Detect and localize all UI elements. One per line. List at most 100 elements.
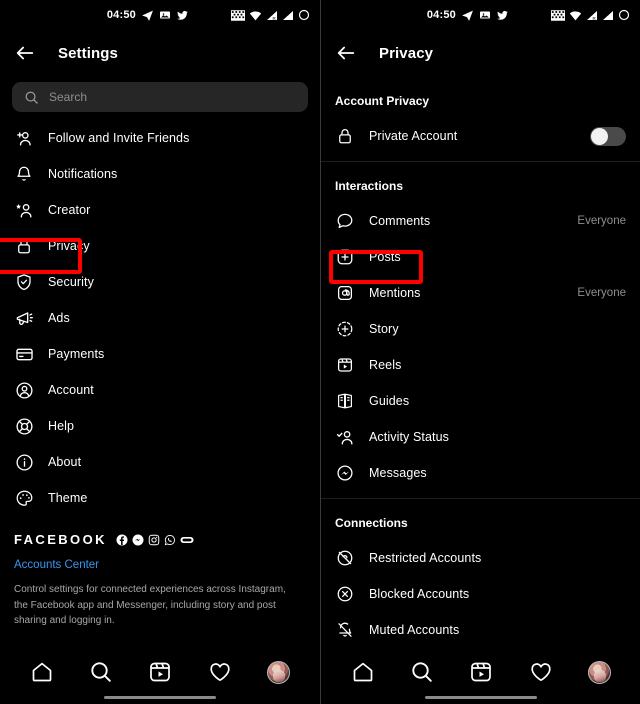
privacy-item-restricted-accounts[interactable]: Restricted Accounts (321, 540, 640, 576)
privacy-item-label: Blocked Accounts (369, 587, 470, 601)
settings-item-payments[interactable]: Payments (0, 336, 320, 372)
settings-item-ads[interactable]: Ads (0, 300, 320, 336)
back-arrow-icon[interactable] (14, 42, 36, 64)
settings-item-label: Creator (48, 203, 91, 217)
portal-icon (180, 536, 194, 543)
profile-avatar[interactable] (267, 660, 291, 684)
search-container: Search (0, 76, 320, 112)
status-bar: 04:50 R (321, 0, 640, 30)
privacy-item-private-account[interactable]: Private Account (321, 118, 640, 154)
megaphone-icon (14, 308, 34, 328)
settings-item-notifications[interactable]: Notifications (0, 156, 320, 192)
wifi-icon (569, 10, 582, 20)
reels-icon[interactable] (148, 660, 172, 684)
credit-card-icon (14, 344, 34, 364)
facebook-icon (116, 534, 128, 545)
settings-item-privacy[interactable]: Privacy (0, 228, 320, 264)
settings-item-label: Follow and Invite Friends (48, 131, 190, 145)
signal-icon (283, 10, 293, 20)
screenshot-icon (480, 11, 490, 19)
bell-icon (14, 164, 34, 184)
search-input[interactable]: Search (12, 82, 308, 112)
settings-item-creator[interactable]: Creator (0, 192, 320, 228)
settings-item-security[interactable]: Security (0, 264, 320, 300)
privacy-item-label: Guides (369, 394, 410, 408)
lifebuoy-icon (14, 416, 34, 436)
privacy-item-mentions[interactable]: Mentions Everyone (321, 275, 640, 311)
home-indicator (104, 695, 216, 699)
lock-icon (14, 236, 34, 256)
privacy-item-label: Messages (369, 466, 427, 480)
privacy-item-reels[interactable]: Reels (321, 347, 640, 383)
search-icon[interactable] (410, 660, 434, 684)
privacy-item-label: Private Account (369, 129, 458, 143)
battery-ring-icon (618, 9, 630, 21)
lock-icon (335, 126, 355, 146)
telegram-icon (142, 10, 153, 21)
section-header-connections: Connections (335, 516, 408, 530)
status-bar: 04:50 R (0, 0, 320, 30)
settings-item-about[interactable]: About (0, 444, 320, 480)
instagram-icon (148, 534, 160, 545)
person-star-icon (14, 200, 34, 220)
settings-item-theme[interactable]: Theme (0, 480, 320, 516)
info-circle-icon (14, 452, 34, 472)
search-icon[interactable] (89, 660, 113, 684)
privacy-item-messages[interactable]: Messages (321, 455, 640, 491)
shield-check-icon (14, 272, 34, 292)
privacy-item-guides[interactable]: Guides (321, 383, 640, 419)
privacy-screen: 04:50 R Privacy Account Privacy Private … (320, 0, 640, 704)
page-title: Settings (58, 44, 118, 62)
settings-item-label: Help (48, 419, 75, 433)
facebook-description: Control settings for connected experienc… (14, 584, 286, 626)
privacy-item-activity-status[interactable]: Activity Status (321, 419, 640, 455)
privacy-item-muted-accounts[interactable]: Muted Accounts (321, 612, 640, 648)
heart-icon[interactable] (529, 660, 553, 684)
signal-roaming-icon: R (267, 10, 277, 21)
person-add-icon (14, 128, 34, 148)
section-divider (321, 498, 640, 499)
twitter-icon (177, 10, 188, 20)
home-icon[interactable] (351, 660, 375, 684)
settings-screen: 04:50 R Settings Search Follow and Invit… (0, 0, 320, 704)
profile-avatar[interactable] (588, 660, 612, 684)
back-arrow-icon[interactable] (335, 42, 357, 64)
wifi-icon (249, 10, 262, 20)
wifi-calling-icon (551, 9, 565, 21)
settings-item-help[interactable]: Help (0, 408, 320, 444)
blocked-icon (335, 584, 355, 604)
screenshot-icon (160, 11, 170, 19)
messenger-icon (132, 534, 144, 545)
reels-icon (335, 355, 355, 375)
settings-item-label: Security (48, 275, 94, 289)
wifi-calling-icon (231, 9, 245, 21)
signal-icon (603, 10, 613, 20)
heart-icon[interactable] (208, 660, 232, 684)
settings-item-label: Privacy (48, 239, 90, 253)
search-placeholder: Search (49, 90, 88, 104)
privacy-item-posts[interactable]: Posts (321, 239, 640, 275)
reels-icon[interactable] (469, 660, 493, 684)
privacy-item-story[interactable]: Story (321, 311, 640, 347)
accounts-center-link[interactable]: Accounts Center (14, 559, 306, 571)
twitter-icon (497, 10, 508, 20)
privacy-item-label: Muted Accounts (369, 623, 460, 637)
bottom-nav (0, 650, 320, 704)
signal-roaming-icon: R (587, 10, 597, 21)
facebook-wordmark: FACEBOOK (14, 532, 107, 547)
settings-item-account[interactable]: Account (0, 372, 320, 408)
page-title: Privacy (379, 44, 434, 62)
home-indicator (425, 695, 537, 699)
settings-item-follow-and-invite-friends[interactable]: Follow and Invite Friends (0, 120, 320, 156)
settings-item-label: Notifications (48, 167, 118, 181)
privacy-item-blocked-accounts[interactable]: Blocked Accounts (321, 576, 640, 612)
section-divider (321, 161, 640, 162)
mention-icon (335, 283, 355, 303)
settings-item-label: Ads (48, 311, 70, 325)
privacy-list: Account Privacy Private Account Interact… (321, 76, 640, 648)
privacy-item-comments[interactable]: Comments Everyone (321, 203, 640, 239)
home-icon[interactable] (30, 660, 54, 684)
muted-bell-icon (335, 620, 355, 640)
settings-item-label: Account (48, 383, 94, 397)
private-account-toggle[interactable] (590, 126, 626, 146)
